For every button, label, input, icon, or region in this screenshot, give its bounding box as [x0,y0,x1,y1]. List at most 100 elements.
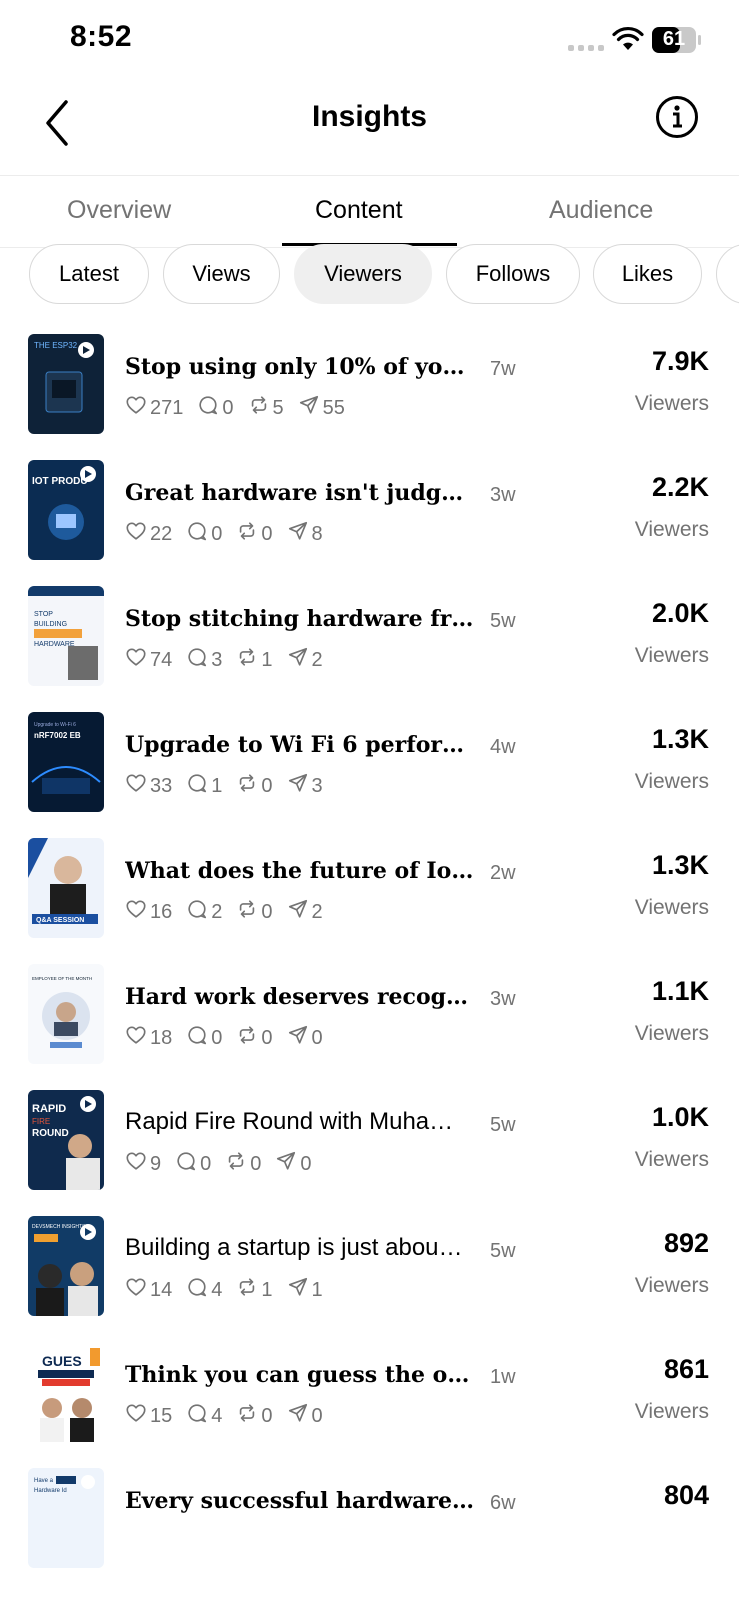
post-age: 5w [490,1240,516,1262]
heart-icon [125,1276,150,1304]
battery-icon: 61 [652,27,702,53]
post-title: Rapid Fire Round with Muha… [125,1108,454,1135]
viewers-count: 2.2K [651,472,709,502]
comment-icon [186,772,211,800]
post-age: 4w [490,736,516,758]
comments-count: 0 [200,1152,212,1175]
viewers-count: 804 [663,1480,709,1510]
post-age: 5w [490,610,516,632]
post-thumbnail: Upgrade to Wi-Fi 6 nRF7002 EB [28,712,104,812]
page-title: Insights [311,100,427,133]
viewers-count: 7.9K [651,346,709,376]
comments-count: 0 [211,522,223,545]
post-row[interactable]: Have a Hardware Id Every successful hardwa… [0,1440,739,1568]
status-bar: 8:52 61 [0,0,739,80]
comment-icon [186,898,211,926]
viewers-label: Viewers [634,896,709,919]
share-icon [287,898,312,926]
likes-count: 9 [150,1152,162,1175]
post-thumbnail: DEVSMECH INSIGHTS [28,1216,104,1316]
viewers-count: 861 [663,1354,709,1384]
repost-icon [236,1276,261,1304]
comment-icon [186,1402,211,1430]
comment-icon [186,1024,211,1052]
share-icon [287,646,312,674]
heart-icon [125,1402,150,1430]
post-stats: 74 3 1 2 [125,646,337,674]
post-title: Upgrade to Wi Fi 6 performa… [125,732,475,758]
share-icon [287,1402,312,1430]
repost-icon [236,646,261,674]
header: Insights [0,80,739,176]
shares-count: 2 [311,900,323,923]
post-age: 1w [490,1366,516,1388]
post-title: Stop using only 10% of your… [125,354,475,380]
post-title: Building a startup is just abou… [125,1234,463,1261]
comment-icon [186,646,211,674]
comments-count: 4 [211,1278,223,1301]
post-stats: 14 4 1 1 [125,1276,337,1304]
comments-count: 0 [222,396,234,419]
share-icon [287,1024,312,1052]
post-title: Think you can guess the obje… [125,1362,475,1388]
svg-text:Have a: Have a [34,1478,54,1484]
post-stats: 33 1 0 3 [125,772,337,800]
shares-count: 3 [311,774,323,797]
reposts-count: 0 [261,522,273,545]
chip-follows[interactable]: Follows [446,244,580,304]
svg-text:nRF7002 EB: nRF7002 EB [34,731,81,740]
reposts-count: 0 [261,900,273,923]
post-age: 7w [490,358,516,380]
repost-icon [236,520,261,548]
chip-likes[interactable]: Likes [593,244,702,304]
viewers-count: 892 [663,1228,709,1258]
tab-audience[interactable]: Audience [549,196,653,225]
comments-count: 1 [211,774,223,797]
shares-count: 0 [300,1152,312,1175]
wifi-icon [612,27,644,50]
post-title: Great hardware isn't judged… [125,480,475,506]
chip-views[interactable]: Views [163,244,280,304]
post-row[interactable]: RAPID FIRE ROUND Rapid Fire Round with Muha… [0,1062,739,1190]
reposts-count: 0 [261,1404,273,1427]
post-thumbnail: EMPLOYEE OF THE MONTH [28,964,104,1064]
repost-icon [236,1024,261,1052]
svg-text:FIRE: FIRE [32,1117,50,1126]
post-thumbnail: Q&A SESSION [28,838,104,938]
shares-count: 8 [311,522,323,545]
shares-count: 0 [311,1404,323,1427]
share-icon [298,394,323,422]
svg-text:GUES: GUES [42,1353,82,1369]
heart-icon [125,1024,150,1052]
post-row[interactable]: IOT PRODU Great hardware isn't judged… 3w 2… [0,432,739,560]
info-icon[interactable] [654,94,700,140]
chip-viewers[interactable]: Viewers [294,244,432,304]
tab-content[interactable]: Content [315,196,403,225]
post-row[interactable]: Upgrade to Wi-Fi 6 nRF7002 EB Upgrade to W… [0,684,739,812]
repost-icon [236,772,261,800]
post-row[interactable]: GUES Think you can guess the obje… 1w 15 4 0 0… [0,1314,739,1442]
post-row[interactable]: Q&A SESSION What does the future of IoT r… [0,810,739,938]
chip-more[interactable] [716,244,739,304]
heart-icon [125,646,150,674]
reposts-count: 1 [261,648,273,671]
post-row[interactable]: STOP BUILDING HARDWARE Stop stitching hardw… [0,558,739,686]
viewers-count: 1.3K [651,850,709,880]
likes-count: 33 [150,774,173,797]
viewers-label: Viewers [634,1022,709,1045]
svg-text:EMPLOYEE OF THE MONTH: EMPLOYEE OF THE MONTH [32,976,92,981]
post-age: 2w [490,862,516,884]
viewers-label: Viewers [634,518,709,541]
post-row[interactable]: DEVSMECH INSIGHTS Building a startup is j… [0,1188,739,1316]
tab-overview[interactable]: Overview [67,196,171,225]
repost-icon [236,898,261,926]
comments-count: 4 [211,1404,223,1427]
chip-latest[interactable]: Latest [29,244,149,304]
shares-count: 55 [322,396,345,419]
post-row[interactable]: THE ESP32 Stop using only 10% of your… 7w 2… [0,306,739,434]
post-row[interactable]: EMPLOYEE OF THE MONTH Hard work deserves … [0,936,739,1064]
comment-icon [197,394,222,422]
post-stats: 22 0 0 8 [125,520,337,548]
repost-icon [225,1150,250,1178]
post-thumbnail: GUES [28,1342,104,1442]
